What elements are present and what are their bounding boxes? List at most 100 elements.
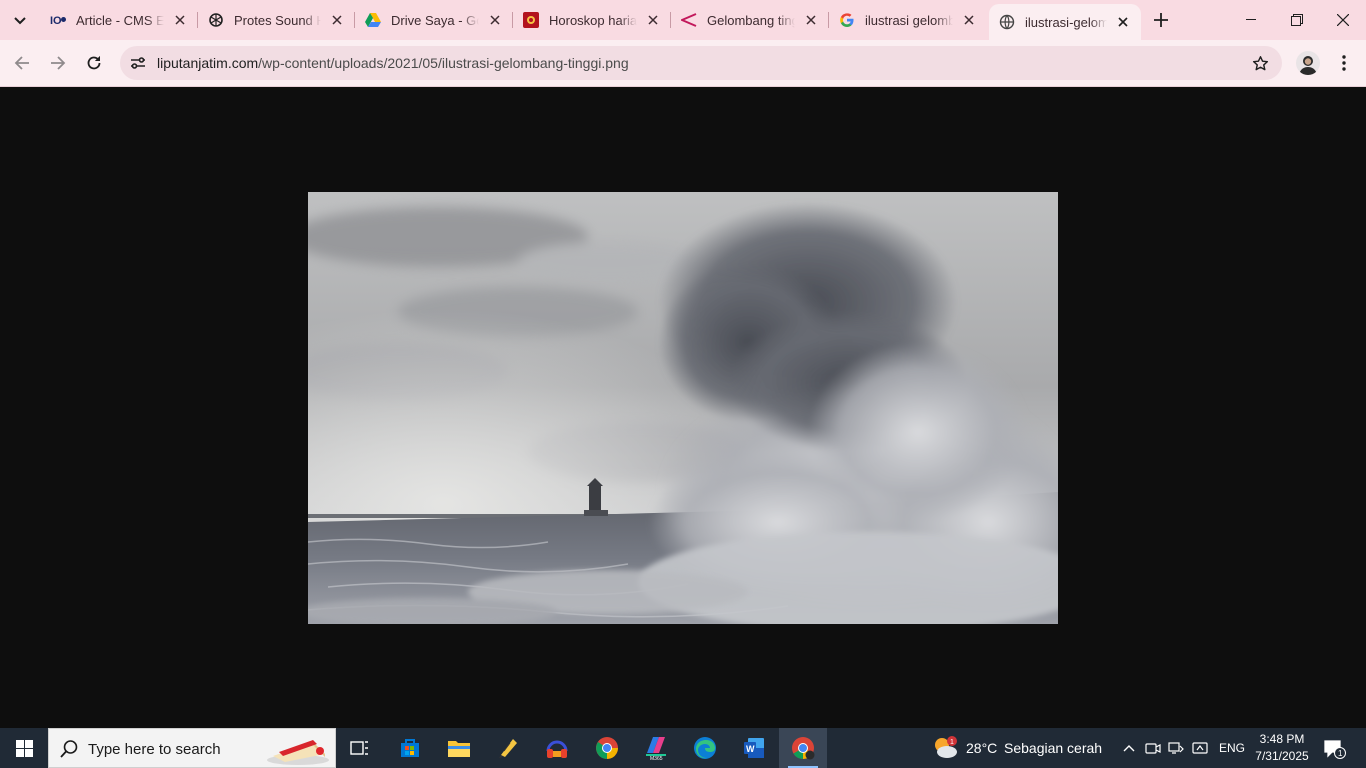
weather-badge: 1 [950, 739, 954, 746]
chrome-button[interactable] [583, 728, 631, 768]
close-tab-icon[interactable] [961, 12, 977, 28]
svg-text:W: W [746, 744, 755, 754]
tab-title: ilustrasi gelomb [865, 12, 953, 28]
restore-icon [1291, 14, 1303, 26]
browser-menu-button[interactable] [1332, 51, 1356, 75]
notification-count: 1 [1338, 749, 1343, 758]
forward-button[interactable] [42, 47, 74, 79]
tune-icon [131, 57, 145, 69]
reload-button[interactable] [78, 47, 110, 79]
browser-toolbar: liputanjatim.com/wp-content/uploads/2021… [0, 40, 1366, 87]
svg-text:M365: M365 [650, 756, 663, 761]
task-view-icon [350, 741, 368, 755]
close-tab-icon[interactable] [803, 12, 819, 28]
google-drive-icon [365, 12, 381, 28]
show-hidden-icons-button[interactable] [1121, 740, 1137, 756]
notification-center-button[interactable]: 1 [1324, 738, 1346, 760]
tab-article-cms[interactable]: IO Article - CMS ED [40, 4, 198, 36]
openai-icon [208, 12, 224, 28]
tab-title: Gelombang ting [707, 12, 795, 28]
pen-app-button[interactable] [484, 728, 532, 768]
globe-icon [999, 14, 1015, 30]
edge-button[interactable] [681, 728, 729, 768]
taskbar-search-box[interactable]: Type here to search [48, 728, 336, 768]
tab-ilustrasi-image[interactable]: ilustrasi-gelomb [989, 4, 1141, 40]
url-text[interactable]: liputanjatim.com/wp-content/uploads/2021… [157, 55, 629, 71]
clock-date: 7/31/2025 [1255, 749, 1309, 763]
chrome-profile-button[interactable] [779, 728, 827, 768]
site-info-button[interactable] [126, 51, 150, 75]
speaker-icon [1192, 742, 1208, 754]
word-button[interactable]: W [730, 728, 778, 768]
new-tab-button[interactable] [1148, 7, 1174, 33]
star-icon [1252, 55, 1268, 70]
weather-temp[interactable]: 28°C [966, 740, 997, 756]
close-tab-icon[interactable] [329, 12, 345, 28]
tab-horoskop-harian[interactable]: Horoskop harian [513, 4, 671, 36]
network-icon [1168, 742, 1184, 754]
svg-text:IO: IO [50, 15, 62, 27]
minimize-button[interactable] [1228, 0, 1274, 40]
windows-logo-icon [15, 739, 33, 757]
tab-title: Horoskop harian [549, 12, 637, 28]
volume-button[interactable] [1192, 740, 1208, 756]
address-bar[interactable]: liputanjatim.com/wp-content/uploads/2021… [120, 46, 1282, 80]
tab-drive-saya[interactable]: Drive Saya - Goo [355, 4, 513, 36]
store-icon [401, 739, 419, 757]
file-explorer-button[interactable] [435, 728, 483, 768]
network-button[interactable] [1168, 740, 1184, 756]
tab-protes-sound[interactable]: Protes Sound Ho [198, 4, 355, 36]
back-button[interactable] [6, 47, 38, 79]
horoscope-icon [523, 12, 539, 28]
task-view-button[interactable] [336, 728, 384, 768]
weather-icon: 1 [935, 736, 957, 758]
url-domain: liputanjatim.com [157, 55, 259, 71]
start-button[interactable] [0, 728, 48, 768]
tab-gelombang-tinggi[interactable]: Gelombang ting [671, 4, 829, 36]
arrow-left-icon [14, 56, 29, 70]
close-tab-icon[interactable] [1115, 14, 1131, 30]
meet-now-button[interactable] [1145, 740, 1161, 756]
chevron-down-icon [13, 16, 26, 24]
chevron-up-icon [1123, 745, 1135, 752]
close-icon [1337, 14, 1349, 26]
microsoft-365-icon: M365 [646, 737, 666, 761]
close-tab-icon[interactable] [645, 12, 661, 28]
image-viewer [0, 87, 1366, 728]
headset-app-button[interactable] [533, 728, 581, 768]
language-indicator[interactable]: ENG [1219, 741, 1245, 755]
stormy-sea-picture [308, 192, 1058, 624]
tab-google-search[interactable]: ilustrasi gelomb [829, 4, 987, 36]
wave-illustration-image[interactable] [308, 192, 1058, 624]
tab-title: ilustrasi-gelomb [1025, 14, 1107, 30]
tab-search-button[interactable] [6, 7, 33, 34]
chrome-icon [596, 737, 618, 759]
plus-icon [1154, 13, 1168, 27]
microsoft-store-button[interactable] [386, 728, 434, 768]
taskbar-clock[interactable]: 3:48 PM 7/31/2025 [1248, 731, 1316, 765]
edge-icon [694, 737, 716, 759]
close-window-button[interactable] [1320, 0, 1366, 40]
tab-title: Drive Saya - Goo [391, 12, 479, 28]
reload-icon [87, 56, 101, 70]
microsoft-365-button[interactable]: M365 [632, 728, 680, 768]
arrow-right-icon [51, 56, 66, 70]
word-icon: W [744, 738, 764, 758]
chrome-icon [792, 737, 815, 760]
tab-strip: IO Article - CMS ED Protes Sound Ho Driv… [0, 0, 1366, 40]
tab-title: Article - CMS ED [76, 12, 164, 28]
cms-icon: IO [50, 12, 66, 28]
close-tab-icon[interactable] [487, 12, 503, 28]
close-tab-icon[interactable] [172, 12, 188, 28]
notification-icon: 1 [1324, 740, 1346, 759]
weather-condition[interactable]: Sebagian cerah [1004, 740, 1102, 756]
clock-time: 3:48 PM [1259, 732, 1305, 746]
url-path: /wp-content/uploads/2021/05/ilustrasi-ge… [258, 55, 629, 71]
bookmark-button[interactable] [1250, 53, 1270, 73]
search-icon [60, 740, 78, 758]
profile-avatar[interactable] [1296, 51, 1320, 75]
folder-icon [448, 741, 470, 757]
person-icon [1299, 56, 1317, 75]
restore-button[interactable] [1274, 0, 1320, 40]
video-camera-icon [1145, 743, 1161, 754]
